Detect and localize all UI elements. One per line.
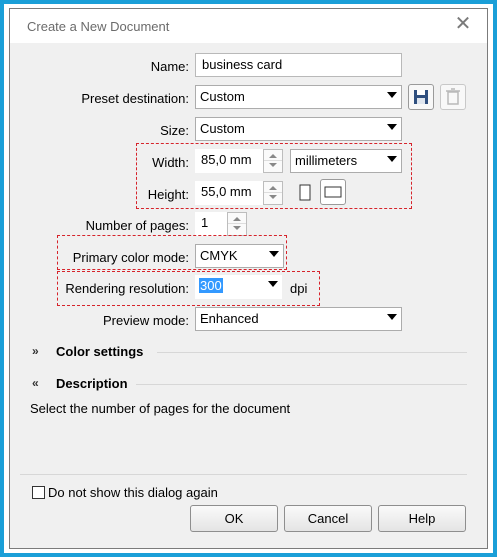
floppy-disk-icon (414, 90, 428, 104)
close-icon[interactable]: ✕ (452, 13, 474, 35)
preset-destination-label: Preset destination: (81, 91, 189, 106)
color-mode-value: CMYK (200, 248, 238, 263)
units-select[interactable]: millimeters (290, 149, 402, 173)
units-value: millimeters (295, 153, 358, 168)
dialog-title: Create a New Document (27, 19, 170, 34)
description-header[interactable]: Description (56, 376, 128, 391)
color-mode-select[interactable]: CMYK (195, 244, 284, 268)
save-preset-button[interactable] (408, 84, 434, 110)
pages-label: Number of pages: (85, 218, 189, 233)
delete-preset-button[interactable] (440, 84, 466, 110)
preview-mode-value: Enhanced (200, 311, 259, 326)
trash-icon (446, 88, 460, 105)
ok-button[interactable]: OK (190, 505, 278, 532)
landscape-page-icon (324, 186, 342, 198)
resolution-select[interactable]: 300 (195, 275, 282, 299)
preview-mode-select[interactable]: Enhanced (195, 307, 402, 331)
preview-mode-label: Preview mode: (103, 313, 189, 328)
spin-down-icon (269, 163, 277, 167)
resolution-unit: dpi (290, 281, 308, 296)
landscape-orientation-button[interactable] (320, 179, 346, 205)
chevron-down-icon (387, 124, 397, 130)
spin-up-icon (269, 186, 277, 190)
color-settings-header[interactable]: Color settings (56, 344, 143, 359)
resolution-value: 300 (199, 278, 223, 293)
resolution-label: Rendering resolution: (65, 281, 189, 296)
chevron-down-icon (387, 156, 397, 162)
size-label: Size: (160, 123, 189, 138)
spin-up-icon (233, 217, 241, 221)
help-button[interactable]: Help (378, 505, 466, 532)
height-label: Height: (147, 187, 189, 202)
title-bar: Create a New Document ✕ (10, 9, 487, 43)
cancel-button[interactable]: Cancel (284, 505, 372, 532)
size-value: Custom (200, 121, 245, 136)
chevron-down-icon (269, 251, 279, 257)
dont-show-label: Do not show this dialog again (48, 485, 218, 500)
divider (157, 352, 467, 353)
collapse-chevron-icon[interactable]: « (32, 376, 39, 390)
name-input[interactable]: business card (195, 53, 402, 77)
create-document-dialog: Create a New Document ✕ Name: business c… (9, 8, 488, 549)
expand-chevron-icon[interactable]: » (32, 344, 39, 358)
height-input[interactable]: 55,0 mm (195, 181, 263, 205)
width-input[interactable]: 85,0 mm (195, 149, 263, 173)
size-select[interactable]: Custom (195, 117, 402, 141)
description-text: Select the number of pages for the docum… (30, 401, 291, 416)
chevron-down-icon (387, 314, 397, 320)
pages-input[interactable]: 1 (195, 212, 227, 236)
footer-divider (20, 474, 467, 475)
pages-spinner[interactable] (227, 212, 247, 236)
dont-show-checkbox[interactable] (32, 486, 45, 499)
chevron-down-icon (387, 92, 397, 98)
height-spinner[interactable] (263, 181, 283, 205)
name-label: Name: (150, 59, 189, 74)
color-mode-label: Primary color mode: (72, 250, 189, 265)
portrait-page-icon (299, 184, 311, 201)
chevron-down-icon (268, 281, 278, 287)
portrait-orientation-button[interactable] (294, 182, 316, 204)
spin-up-icon (269, 154, 277, 158)
width-label: Width: (152, 155, 189, 170)
preset-destination-value: Custom (200, 89, 245, 104)
spin-down-icon (233, 226, 241, 230)
width-spinner[interactable] (263, 149, 283, 173)
spin-down-icon (269, 195, 277, 199)
divider (136, 384, 467, 385)
preset-destination-select[interactable]: Custom (195, 85, 402, 109)
